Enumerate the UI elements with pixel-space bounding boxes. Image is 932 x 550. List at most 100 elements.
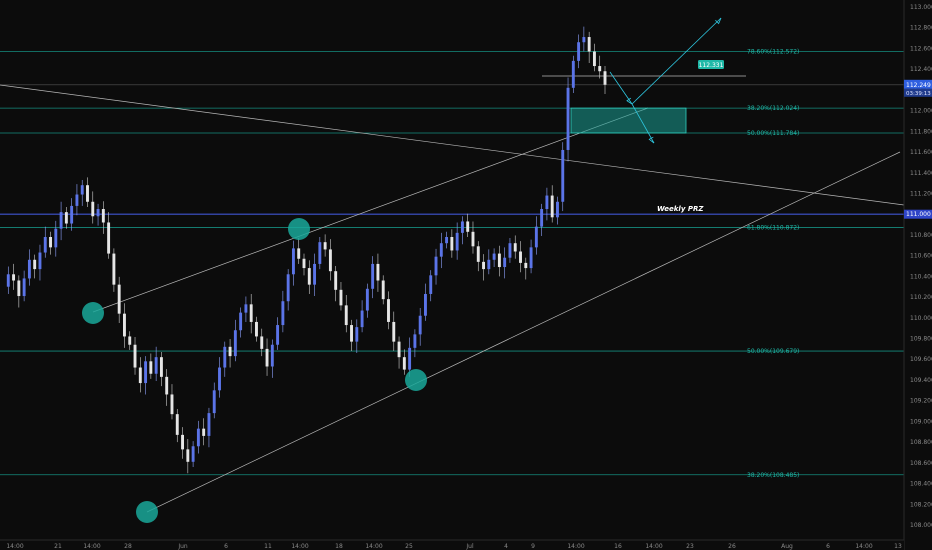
pivot-circle-marker xyxy=(82,302,104,324)
candle-body xyxy=(154,357,158,374)
candle-body xyxy=(497,253,501,268)
time-tick-label: 14:00 xyxy=(645,543,662,550)
price-tick-label: 112.000 xyxy=(910,108,932,115)
price-tick-label: 109.400 xyxy=(910,377,932,384)
time-tick-label: 14:00 xyxy=(567,543,584,550)
fib-level-label: 38.20%(108.485) xyxy=(747,472,799,479)
candle-body xyxy=(418,315,422,335)
candle-body xyxy=(128,336,132,345)
candle-body xyxy=(603,71,607,85)
candle-body xyxy=(592,51,596,67)
candle-body xyxy=(381,280,385,300)
candle-body xyxy=(202,428,206,436)
fib-level-label: 50.00%(109.679) xyxy=(747,348,799,355)
candle-body xyxy=(529,247,533,269)
candle-body xyxy=(566,87,570,150)
candle-body xyxy=(70,205,74,224)
time-tick-label: 14:00 xyxy=(291,543,308,550)
pivot-circle-marker xyxy=(288,218,310,240)
price-tick-label: 112.600 xyxy=(910,45,932,52)
candle-body xyxy=(355,327,359,342)
candle-body xyxy=(212,390,216,414)
price-chart[interactable]: 78.60%(112.572) 38.20%(112.024) 50.00%(111… xyxy=(0,0,932,550)
time-tick-label: 23 xyxy=(686,543,694,550)
candle-body xyxy=(170,394,174,415)
candle-body xyxy=(59,212,63,229)
time-tick-label: 28 xyxy=(124,543,132,550)
target-zone-box xyxy=(570,107,687,134)
candle-body xyxy=(402,357,406,370)
candle-body xyxy=(260,336,264,349)
candle-body xyxy=(175,414,179,435)
time-tick-label: Jun xyxy=(177,543,188,550)
candle-body xyxy=(138,367,142,384)
candle-body xyxy=(207,413,211,436)
candle-body xyxy=(450,236,454,251)
candle-body xyxy=(107,222,111,254)
candle-body xyxy=(270,344,274,367)
candle-body xyxy=(165,376,169,395)
candle-body xyxy=(371,263,375,289)
candle-body xyxy=(571,60,575,88)
price-tick-label: 109.200 xyxy=(910,398,932,405)
candle-body xyxy=(413,334,417,348)
candle-body xyxy=(80,185,84,195)
time-tick-label: 16 xyxy=(614,543,622,550)
candle-body xyxy=(64,212,68,224)
candle-body xyxy=(228,346,232,357)
candle-body xyxy=(328,249,332,272)
candle-body xyxy=(360,310,364,328)
time-axis-panel[interactable] xyxy=(0,540,904,550)
time-tick-label: 14:00 xyxy=(365,543,382,550)
candle-body xyxy=(387,299,390,322)
time-tick-label: 25 xyxy=(405,543,413,550)
candle-body xyxy=(582,37,586,43)
candle-body xyxy=(27,259,31,279)
price-tick-label: 110.200 xyxy=(910,294,932,301)
time-tick-label: 6 xyxy=(224,543,228,550)
price-axis-countdown-text: 03:39:13 xyxy=(906,91,931,97)
candle-body xyxy=(545,195,549,210)
candle-body xyxy=(524,262,528,269)
candle-body xyxy=(482,261,485,270)
candle-body xyxy=(540,209,544,227)
price-tick-label: 108.400 xyxy=(910,481,932,488)
candle-body xyxy=(196,428,200,447)
candle-body xyxy=(276,325,280,345)
candle-body xyxy=(577,42,581,61)
candle-body xyxy=(307,268,311,285)
candle-body xyxy=(445,236,449,244)
candle-body xyxy=(286,274,290,302)
candle-body xyxy=(598,66,602,72)
time-tick-label: 4 xyxy=(504,543,508,550)
candle-body xyxy=(43,236,47,253)
price-tick-label: 109.000 xyxy=(910,418,932,425)
candle-body xyxy=(233,330,237,357)
candle-body xyxy=(508,243,512,258)
fib-level-label: 50.00%(111.784) xyxy=(747,130,799,137)
candle-body xyxy=(365,288,369,311)
candle-body xyxy=(191,446,195,462)
time-tick-label: 18 xyxy=(335,543,343,550)
candle-body xyxy=(429,275,433,294)
candle-body xyxy=(550,195,554,218)
price-tick-label: 110.000 xyxy=(910,315,932,322)
candle-body xyxy=(534,226,538,248)
current-price-tag-text: 112.331 xyxy=(699,62,724,69)
candle-body xyxy=(223,346,227,368)
candle-body xyxy=(561,149,565,202)
time-tick-label: 14:00 xyxy=(83,543,100,550)
candle-body xyxy=(323,242,327,250)
candle-body xyxy=(218,367,221,391)
candle-body xyxy=(460,221,464,233)
candle-body xyxy=(117,284,121,314)
price-axis-prz-text: 111.000 xyxy=(906,211,931,218)
time-tick-label: 9 xyxy=(531,543,535,550)
candle-body xyxy=(476,246,480,262)
price-tick-label: 108.200 xyxy=(910,501,932,508)
candle-body xyxy=(492,253,496,260)
candle-body xyxy=(376,263,380,281)
time-tick-label: Jul xyxy=(465,543,474,550)
price-tick-label: 110.600 xyxy=(910,253,932,260)
candle-body xyxy=(487,259,491,270)
